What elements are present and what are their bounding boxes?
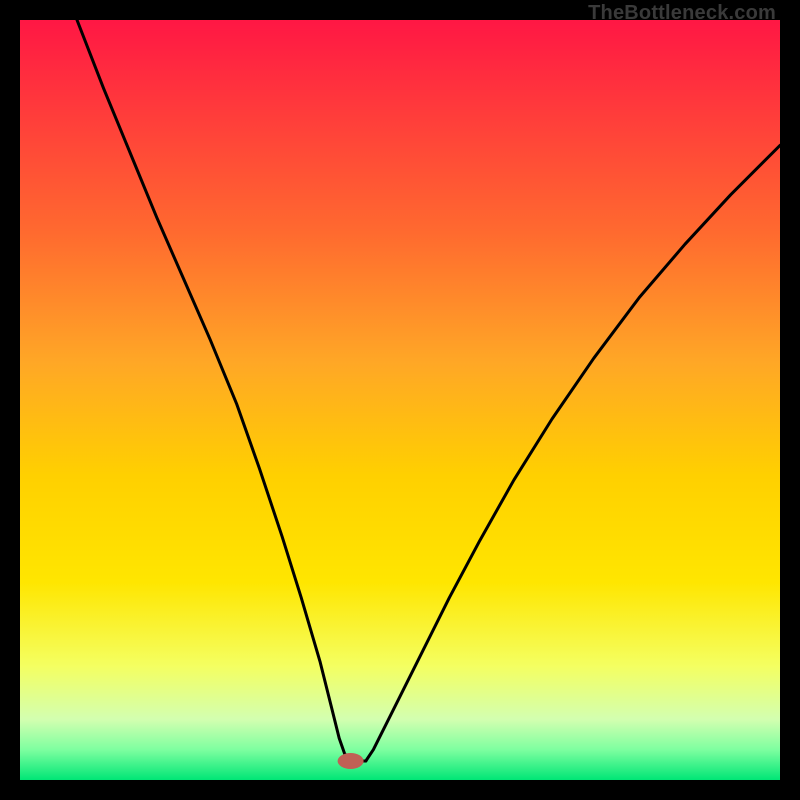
optimum-marker <box>338 753 364 769</box>
chart-frame <box>20 20 780 780</box>
gradient-background <box>20 20 780 780</box>
watermark-text: TheBottleneck.com <box>588 2 776 25</box>
bottleneck-chart <box>20 20 780 780</box>
